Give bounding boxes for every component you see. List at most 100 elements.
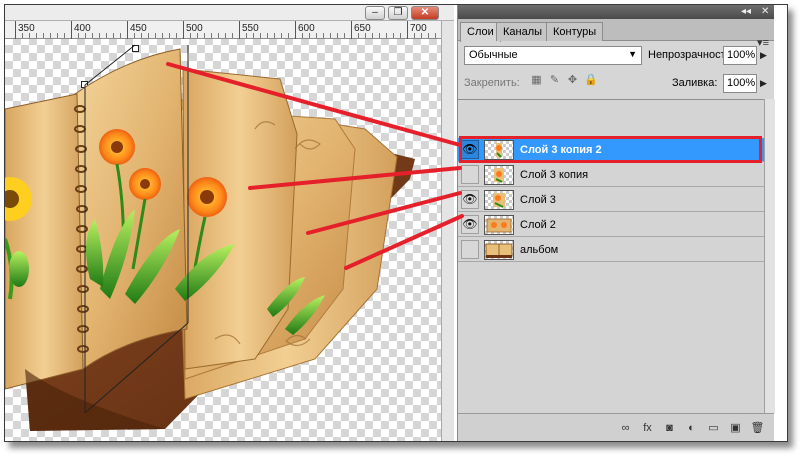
footer-icon-bar: ∞ fx ◙ ◐ ▭ ▣ 🗑 bbox=[617, 420, 766, 436]
layer-row-sloy3-kopiya[interactable]: Слой 3 копия bbox=[458, 163, 764, 187]
close-button[interactable]: ✕ bbox=[411, 6, 439, 20]
fill-slider-arrow-icon[interactable]: ▶ bbox=[760, 78, 767, 89]
layer-row-sloy3[interactable]: 👁 Слой 3 bbox=[458, 188, 764, 212]
eye-icon[interactable]: 👁 bbox=[461, 215, 479, 234]
ruler-minor-tick bbox=[120, 33, 121, 38]
lock-label: Закрепить: bbox=[464, 77, 520, 89]
ruler-minor-tick bbox=[260, 33, 261, 38]
ruler-minor-tick bbox=[106, 33, 107, 38]
ruler-minor-tick bbox=[99, 33, 100, 38]
delete-layer-icon[interactable]: 🗑 bbox=[749, 420, 766, 436]
ruler-minor-tick bbox=[379, 33, 380, 38]
lock-transparency-icon[interactable]: ▦ bbox=[530, 74, 543, 87]
minimize-button[interactable]: – bbox=[365, 6, 385, 20]
ruler-minor-tick bbox=[400, 33, 401, 38]
ruler-minor-tick bbox=[169, 33, 170, 38]
ruler-minor-tick bbox=[29, 33, 30, 38]
chevron-down-icon: ▼ bbox=[628, 49, 637, 59]
layer-row-sloy3-kopiya2[interactable]: 👁 Слой 3 копия 2 bbox=[458, 138, 764, 162]
tab-paths[interactable]: Контуры bbox=[546, 22, 604, 41]
visibility-toggle[interactable] bbox=[461, 165, 479, 184]
layer-thumbnail bbox=[484, 215, 514, 235]
ruler-major-tick bbox=[295, 21, 296, 39]
vertical-scrollbar[interactable] bbox=[441, 21, 454, 441]
ruler-minor-tick bbox=[428, 33, 429, 38]
ruler-minor-tick bbox=[204, 33, 205, 38]
new-group-icon[interactable]: ▭ bbox=[705, 420, 722, 436]
panel-footer: ∞ fx ◙ ◐ ▭ ▣ 🗑 bbox=[458, 413, 774, 441]
new-layer-icon[interactable]: ▣ bbox=[727, 420, 744, 436]
ruler-minor-tick bbox=[330, 33, 331, 38]
layer-name: Слой 3 копия bbox=[520, 169, 589, 181]
link-layers-icon[interactable]: ∞ bbox=[617, 420, 634, 436]
ruler-minor-tick bbox=[162, 33, 163, 38]
ruler-minor-tick bbox=[190, 33, 191, 38]
layers-panel: ◂◂ ✕ Слои Каналы Контуры ▾≡ Обычные ▼ Не… bbox=[457, 5, 775, 441]
ruler-minor-tick bbox=[267, 33, 268, 38]
layer-row-sloy2[interactable]: 👁 Слой 2 bbox=[458, 213, 764, 237]
panel-titlebar: ◂◂ ✕ bbox=[458, 5, 774, 19]
ruler-minor-tick bbox=[197, 33, 198, 38]
restore-button[interactable]: ❐ bbox=[388, 6, 408, 20]
ruler-minor-tick bbox=[253, 33, 254, 38]
lock-all-icon[interactable]: 🔒 bbox=[584, 74, 598, 87]
ruler-minor-tick bbox=[64, 33, 65, 38]
layers-list: 👁 Слой 3 копия 2 Слой 3 копия 👁 Слой 3 👁… bbox=[458, 99, 764, 413]
visibility-toggle[interactable] bbox=[461, 240, 479, 259]
document-window-bar: – ❐ ✕ bbox=[5, 5, 454, 21]
layer-row-album[interactable]: альбом bbox=[458, 238, 764, 262]
ruler-minor-tick bbox=[358, 33, 359, 38]
layer-thumbnail bbox=[484, 240, 514, 260]
layer-name: альбом bbox=[520, 244, 559, 256]
ruler-minor-tick bbox=[85, 33, 86, 38]
layer-style-icon[interactable]: fx bbox=[639, 420, 656, 436]
ruler-major-tick bbox=[127, 21, 128, 39]
ruler-label: 400 bbox=[74, 23, 91, 34]
opacity-field[interactable]: 100% bbox=[723, 46, 757, 65]
tab-channels[interactable]: Каналы bbox=[496, 22, 550, 41]
blend-mode-select[interactable]: Обычные ▼ bbox=[464, 46, 642, 65]
ruler-major-tick bbox=[15, 21, 16, 39]
document-canvas[interactable]: – ❐ ✕ 350 400 450 500 550 600 650 700 bbox=[5, 5, 454, 441]
fill-field[interactable]: 100% bbox=[723, 74, 757, 93]
add-mask-icon[interactable]: ◙ bbox=[661, 420, 678, 436]
ruler-label: 700 bbox=[410, 23, 427, 34]
book-page-left bbox=[74, 48, 188, 370]
panel-menu-icon[interactable]: ▾≡ bbox=[757, 36, 769, 49]
ruler-minor-tick bbox=[36, 33, 37, 38]
panel-tabs: Слои Каналы Контуры ▾≡ bbox=[458, 19, 774, 49]
horizontal-ruler: 350 400 450 500 550 600 650 700 bbox=[5, 21, 450, 39]
ruler-minor-tick bbox=[316, 33, 317, 38]
opacity-slider-arrow-icon[interactable]: ▶ bbox=[760, 50, 767, 61]
layer-name: Слой 2 bbox=[520, 219, 556, 231]
ruler-label: 650 bbox=[354, 23, 371, 34]
book-page-far-left bbox=[5, 93, 84, 390]
ruler-minor-tick bbox=[386, 33, 387, 38]
ruler-minor-tick bbox=[218, 33, 219, 38]
layers-scrollbar[interactable] bbox=[764, 99, 775, 413]
panel-close-button[interactable]: ✕ bbox=[761, 6, 769, 17]
tab-layers[interactable]: Слои bbox=[460, 22, 501, 42]
screenshot-frame: – ❐ ✕ 350 400 450 500 550 600 650 700 ◂◂… bbox=[4, 4, 788, 442]
ruler-label: 350 bbox=[18, 23, 35, 34]
lock-position-icon[interactable]: ✥ bbox=[566, 74, 579, 87]
ruler-minor-tick bbox=[78, 33, 79, 38]
eye-icon[interactable]: 👁 bbox=[461, 140, 479, 159]
eye-icon[interactable]: 👁 bbox=[461, 190, 479, 209]
ruler-minor-tick bbox=[176, 33, 177, 38]
lock-paint-icon[interactable]: ✎ bbox=[548, 74, 561, 87]
ruler-minor-tick bbox=[225, 33, 226, 38]
ruler-minor-tick bbox=[281, 33, 282, 38]
layer-thumbnail bbox=[484, 165, 514, 185]
ruler-minor-tick bbox=[337, 33, 338, 38]
ruler-major-tick bbox=[351, 21, 352, 39]
ruler-minor-tick bbox=[435, 33, 436, 38]
ruler-major-tick bbox=[71, 21, 72, 39]
ruler-minor-tick bbox=[211, 33, 212, 38]
fill-label: Заливка: bbox=[672, 77, 718, 89]
ruler-minor-tick bbox=[155, 33, 156, 38]
panel-collapse-button[interactable]: ◂◂ bbox=[741, 6, 751, 17]
layer-name: Слой 3 копия 2 bbox=[520, 144, 602, 156]
ruler-minor-tick bbox=[57, 33, 58, 38]
adjustment-layer-icon[interactable]: ◐ bbox=[683, 420, 700, 436]
